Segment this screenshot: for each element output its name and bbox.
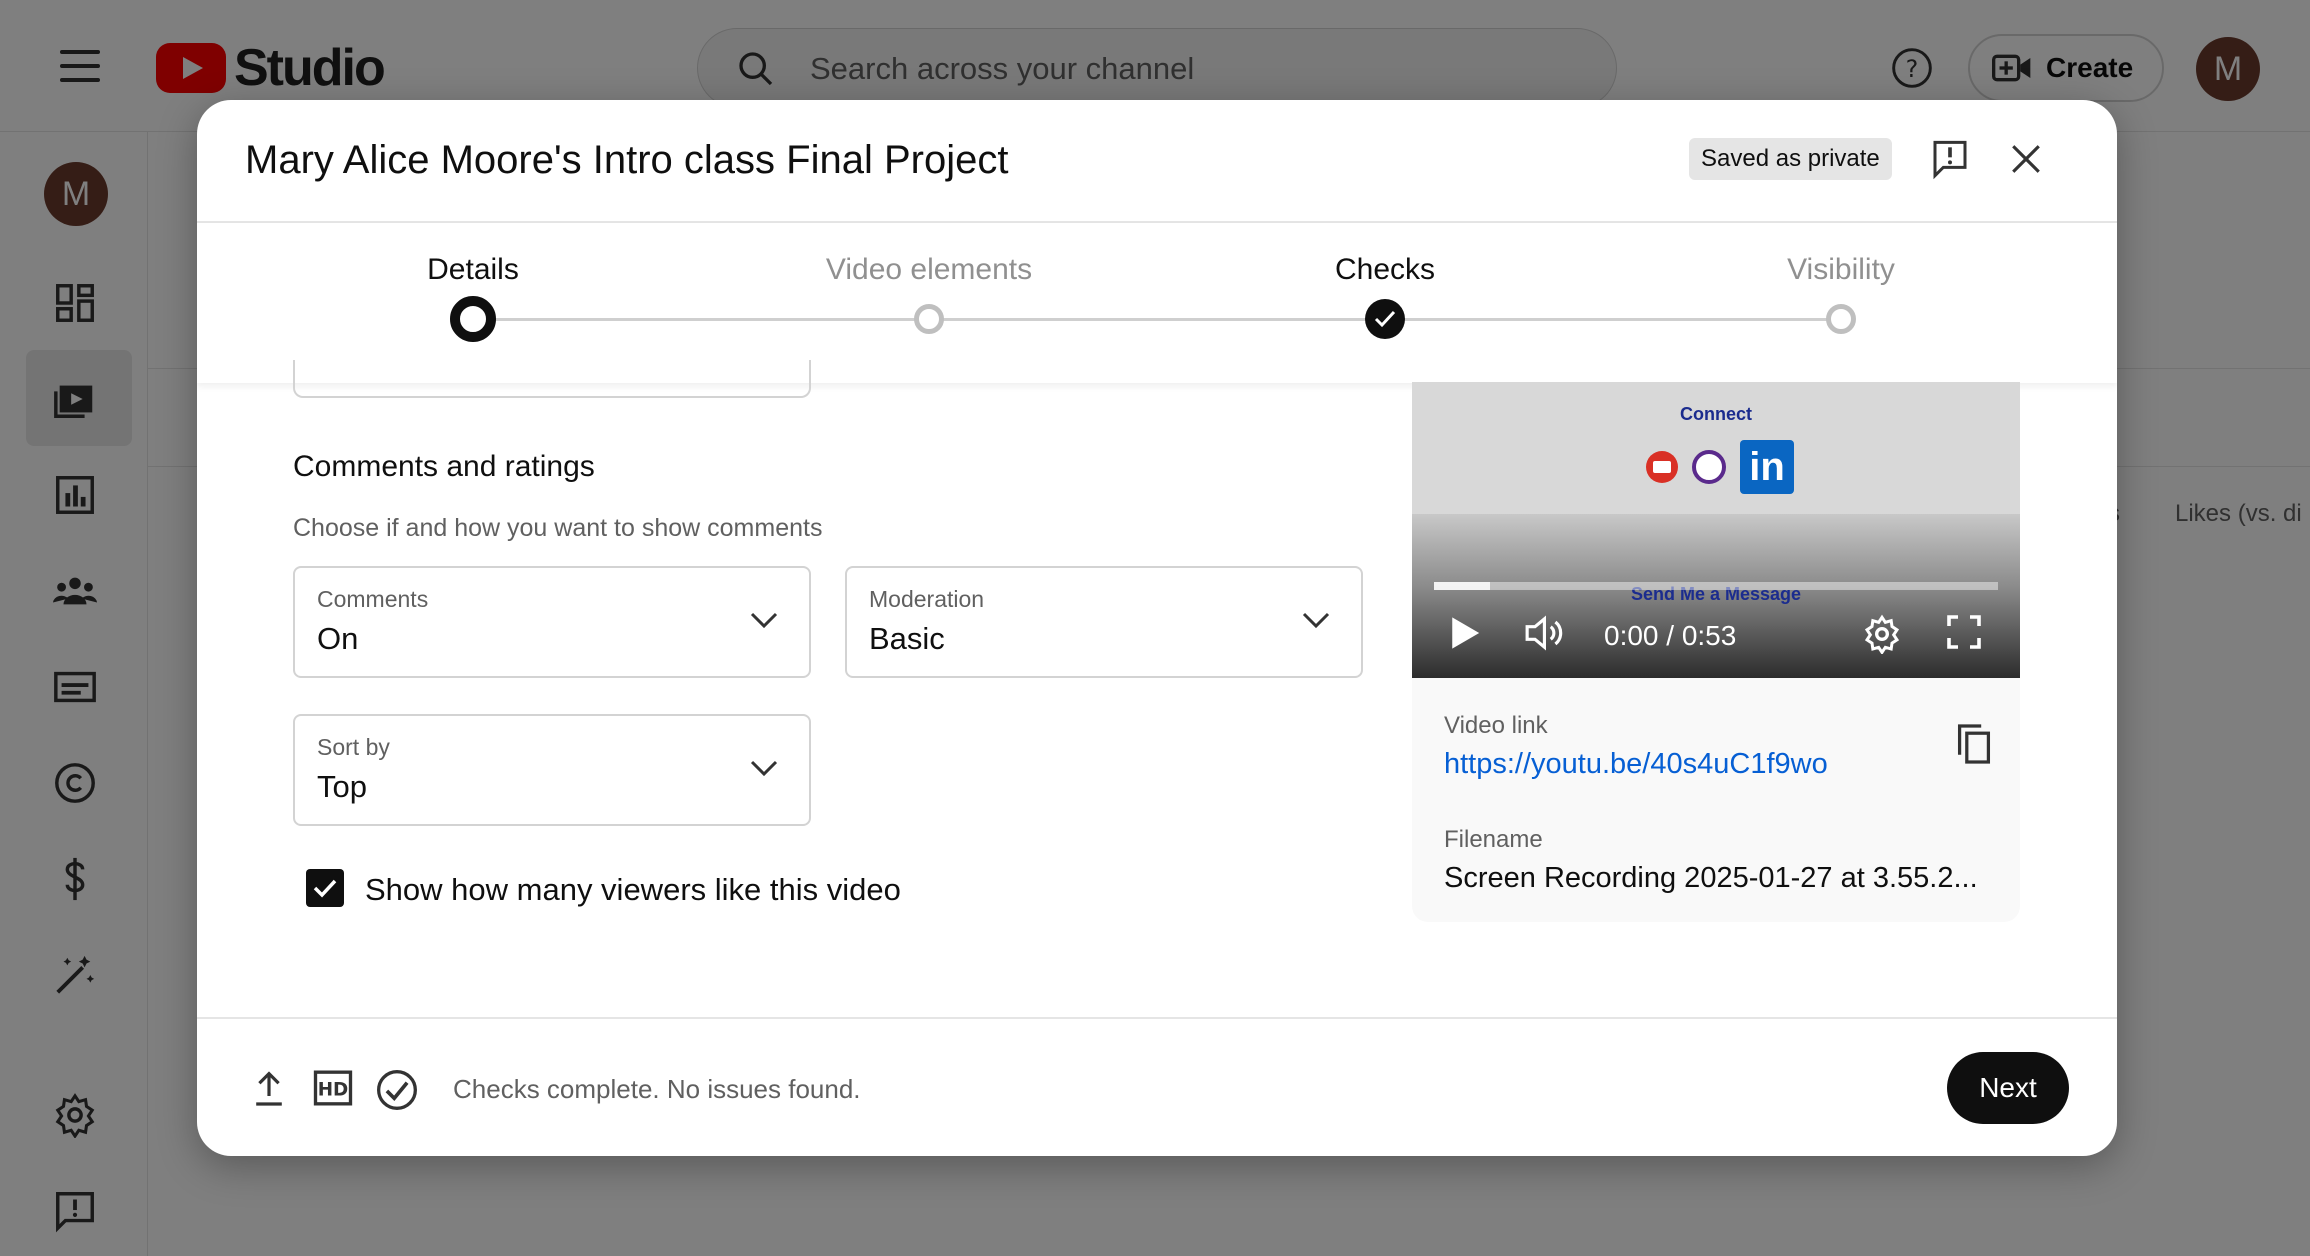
dropdown-value: On [317,621,359,656]
copy-icon[interactable] [1956,722,1992,766]
upload-stepper: Details Video elements Checks Visibility [197,223,2117,383]
video-link[interactable]: https://youtu.be/40s4uC1f9wo [1444,748,1828,781]
play-icon[interactable] [1448,614,1482,652]
checks-status-text: Checks complete. No issues found. [453,1074,861,1104]
step-pending-indicator [1826,304,1856,334]
step-done-indicator [1365,299,1405,339]
previous-field-edge [293,360,811,398]
linkedin-icon: in [1740,440,1794,494]
close-icon[interactable] [2009,142,2043,176]
upload-details-dialog: Mary Alice Moore's Intro class Final Pro… [197,100,2117,1156]
video-link-label: Video link [1444,712,1548,739]
video-time: 0:00 / 0:53 [1604,620,1737,651]
video-progress-bar[interactable] [1434,582,1998,590]
step-label: Checks [1334,253,1436,286]
video-info-panel: Video link https://youtu.be/40s4uC1f9wo … [1412,678,2020,922]
show-likes-checkbox[interactable] [306,869,344,907]
dropdown-label: Moderation [869,586,985,612]
step-current-indicator [450,296,496,342]
checkmark-icon [1374,310,1396,328]
dropdown-value: Top [317,769,367,804]
footer-divider [197,1017,2117,1019]
checkmark-icon [313,879,337,898]
saved-status-badge: Saved as private [1689,138,1892,180]
dialog-title: Mary Alice Moore's Intro class Final Pro… [245,138,1009,182]
checks-complete-icon[interactable] [375,1068,419,1112]
comments-section-description: Choose if and how you want to show comme… [293,514,823,542]
github-icon [1692,450,1726,484]
chevron-down-icon [1302,612,1330,629]
filename-label: Filename [1444,826,1543,853]
sort-by-dropdown[interactable]: Sort by Top [293,714,811,826]
show-likes-label[interactable]: Show how many viewers like this video [365,872,901,908]
video-buffered [1434,582,1491,590]
step-label: Details [427,253,519,286]
video-frame-icons: in [1646,440,1794,494]
dropdown-label: Comments [317,586,429,612]
chevron-down-icon [750,760,778,777]
comments-dropdown[interactable]: Comments On [293,566,811,678]
next-button[interactable]: Next [1947,1052,2069,1124]
chevron-down-icon [750,612,778,629]
volume-icon[interactable] [1524,614,1568,652]
svg-text:HD: HD [318,1080,349,1101]
video-frame-text: Connect [1680,404,1752,424]
feedback-icon[interactable] [1930,138,1970,180]
comments-section-title: Comments and ratings [293,450,595,483]
fullscreen-icon[interactable] [1946,614,1982,650]
filename-value: Screen Recording 2025-01-27 at 3.55.2... [1444,862,1978,894]
settings-gear-icon[interactable] [1862,614,1902,654]
moderation-dropdown[interactable]: Moderation Basic [845,566,1363,678]
video-preview[interactable]: Connect in Send Me a Message 0:00 / 0:53 [1412,382,2020,678]
email-icon [1646,451,1678,483]
step-pending-indicator [914,304,944,334]
hd-icon[interactable]: HD [313,1068,353,1108]
step-label: Video elements [825,253,1033,286]
stepper-line [473,318,1839,321]
dropdown-label: Sort by [317,734,390,760]
dropdown-value: Basic [869,621,945,656]
step-label: Visibility [1787,253,1895,286]
upload-icon[interactable] [253,1068,285,1108]
